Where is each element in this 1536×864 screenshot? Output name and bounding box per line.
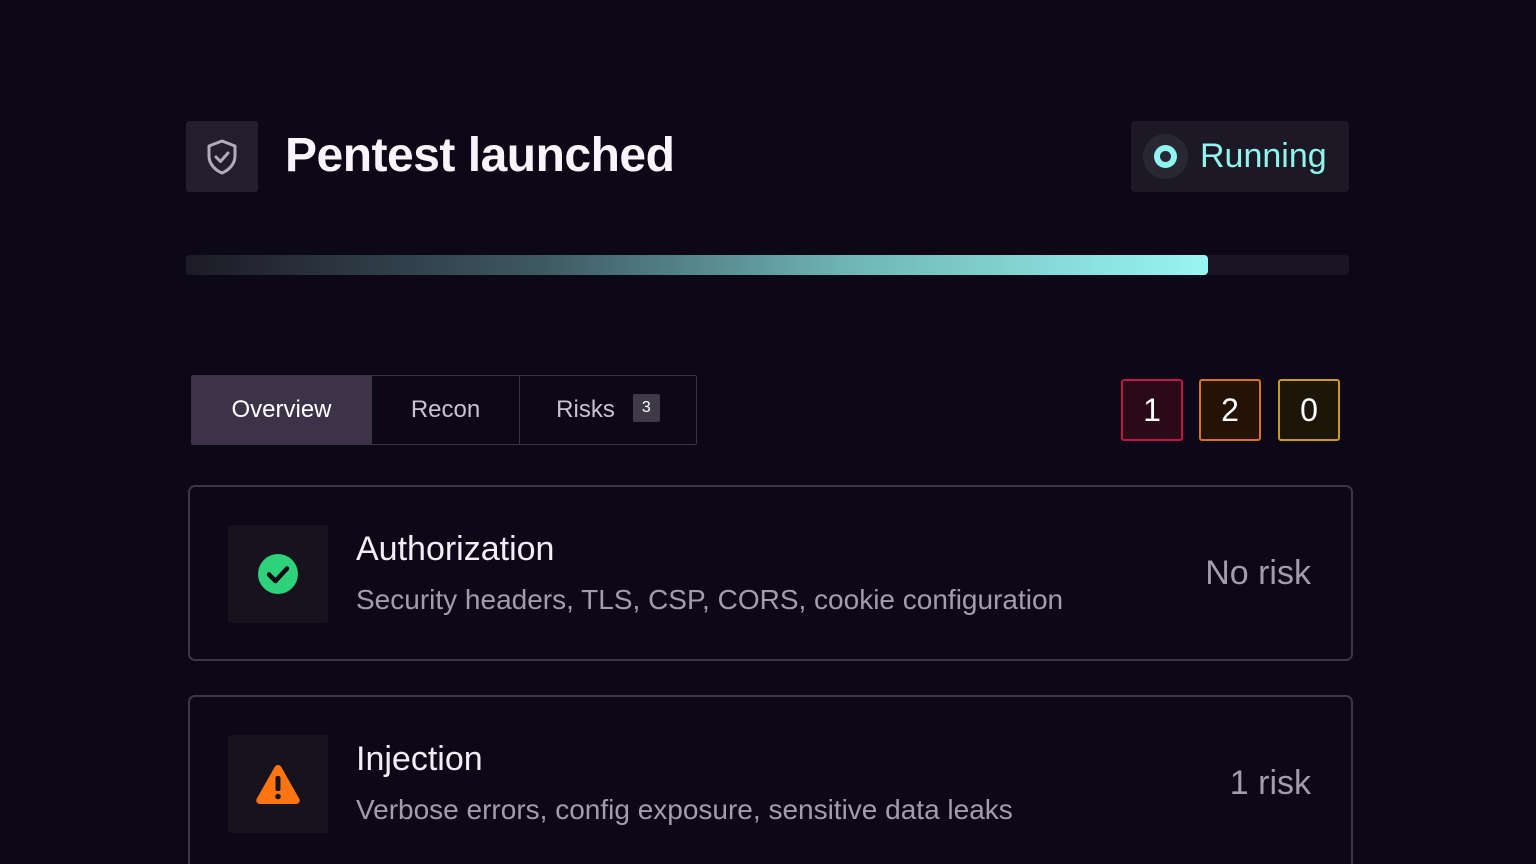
category-status: 1 risk xyxy=(1229,764,1311,802)
category-icon-box xyxy=(228,735,328,833)
status-badge: Running xyxy=(1131,121,1349,192)
category-card-authorization[interactable]: Authorization Security headers, TLS, CSP… xyxy=(188,485,1353,661)
high-count: 2 xyxy=(1199,379,1261,441)
tab-label: Overview xyxy=(231,396,332,423)
progress-bar xyxy=(186,255,1349,275)
running-dot-icon xyxy=(1154,145,1177,168)
category-card-injection[interactable]: Injection Verbose errors, config exposur… xyxy=(188,695,1353,864)
header-icon-box xyxy=(186,121,258,192)
status-label: Running xyxy=(1200,137,1327,175)
medium-count: 0 xyxy=(1278,379,1340,441)
category-title: Injection xyxy=(356,740,483,778)
tab-bar: Overview Recon Risks 3 xyxy=(191,375,697,445)
warning-triangle-icon xyxy=(256,765,300,804)
category-description: Security headers, TLS, CSP, CORS, cookie… xyxy=(356,584,1064,615)
category-icon-box xyxy=(228,525,328,623)
status-indicator xyxy=(1143,134,1188,179)
tab-overview[interactable]: Overview xyxy=(192,376,372,444)
category-title: Authorization xyxy=(356,530,555,568)
check-circle-icon xyxy=(258,554,298,594)
shield-check-icon xyxy=(207,139,237,174)
progress-fill xyxy=(186,255,1209,275)
tab-label: Recon xyxy=(410,396,481,423)
critical-count: 1 xyxy=(1121,379,1183,441)
category-status: No risk xyxy=(1205,554,1311,592)
tab-risks[interactable]: Risks 3 xyxy=(520,376,696,444)
category-description: Verbose errors, config exposure, sensiti… xyxy=(356,794,1013,825)
page-title: Pentest launched xyxy=(285,129,675,182)
tab-label: Risks xyxy=(556,396,615,423)
risks-count-badge: 3 xyxy=(632,394,660,422)
tab-recon[interactable]: Recon xyxy=(372,376,520,444)
pentest-page: Pentest launched Running Overview Recon … xyxy=(0,0,1536,864)
